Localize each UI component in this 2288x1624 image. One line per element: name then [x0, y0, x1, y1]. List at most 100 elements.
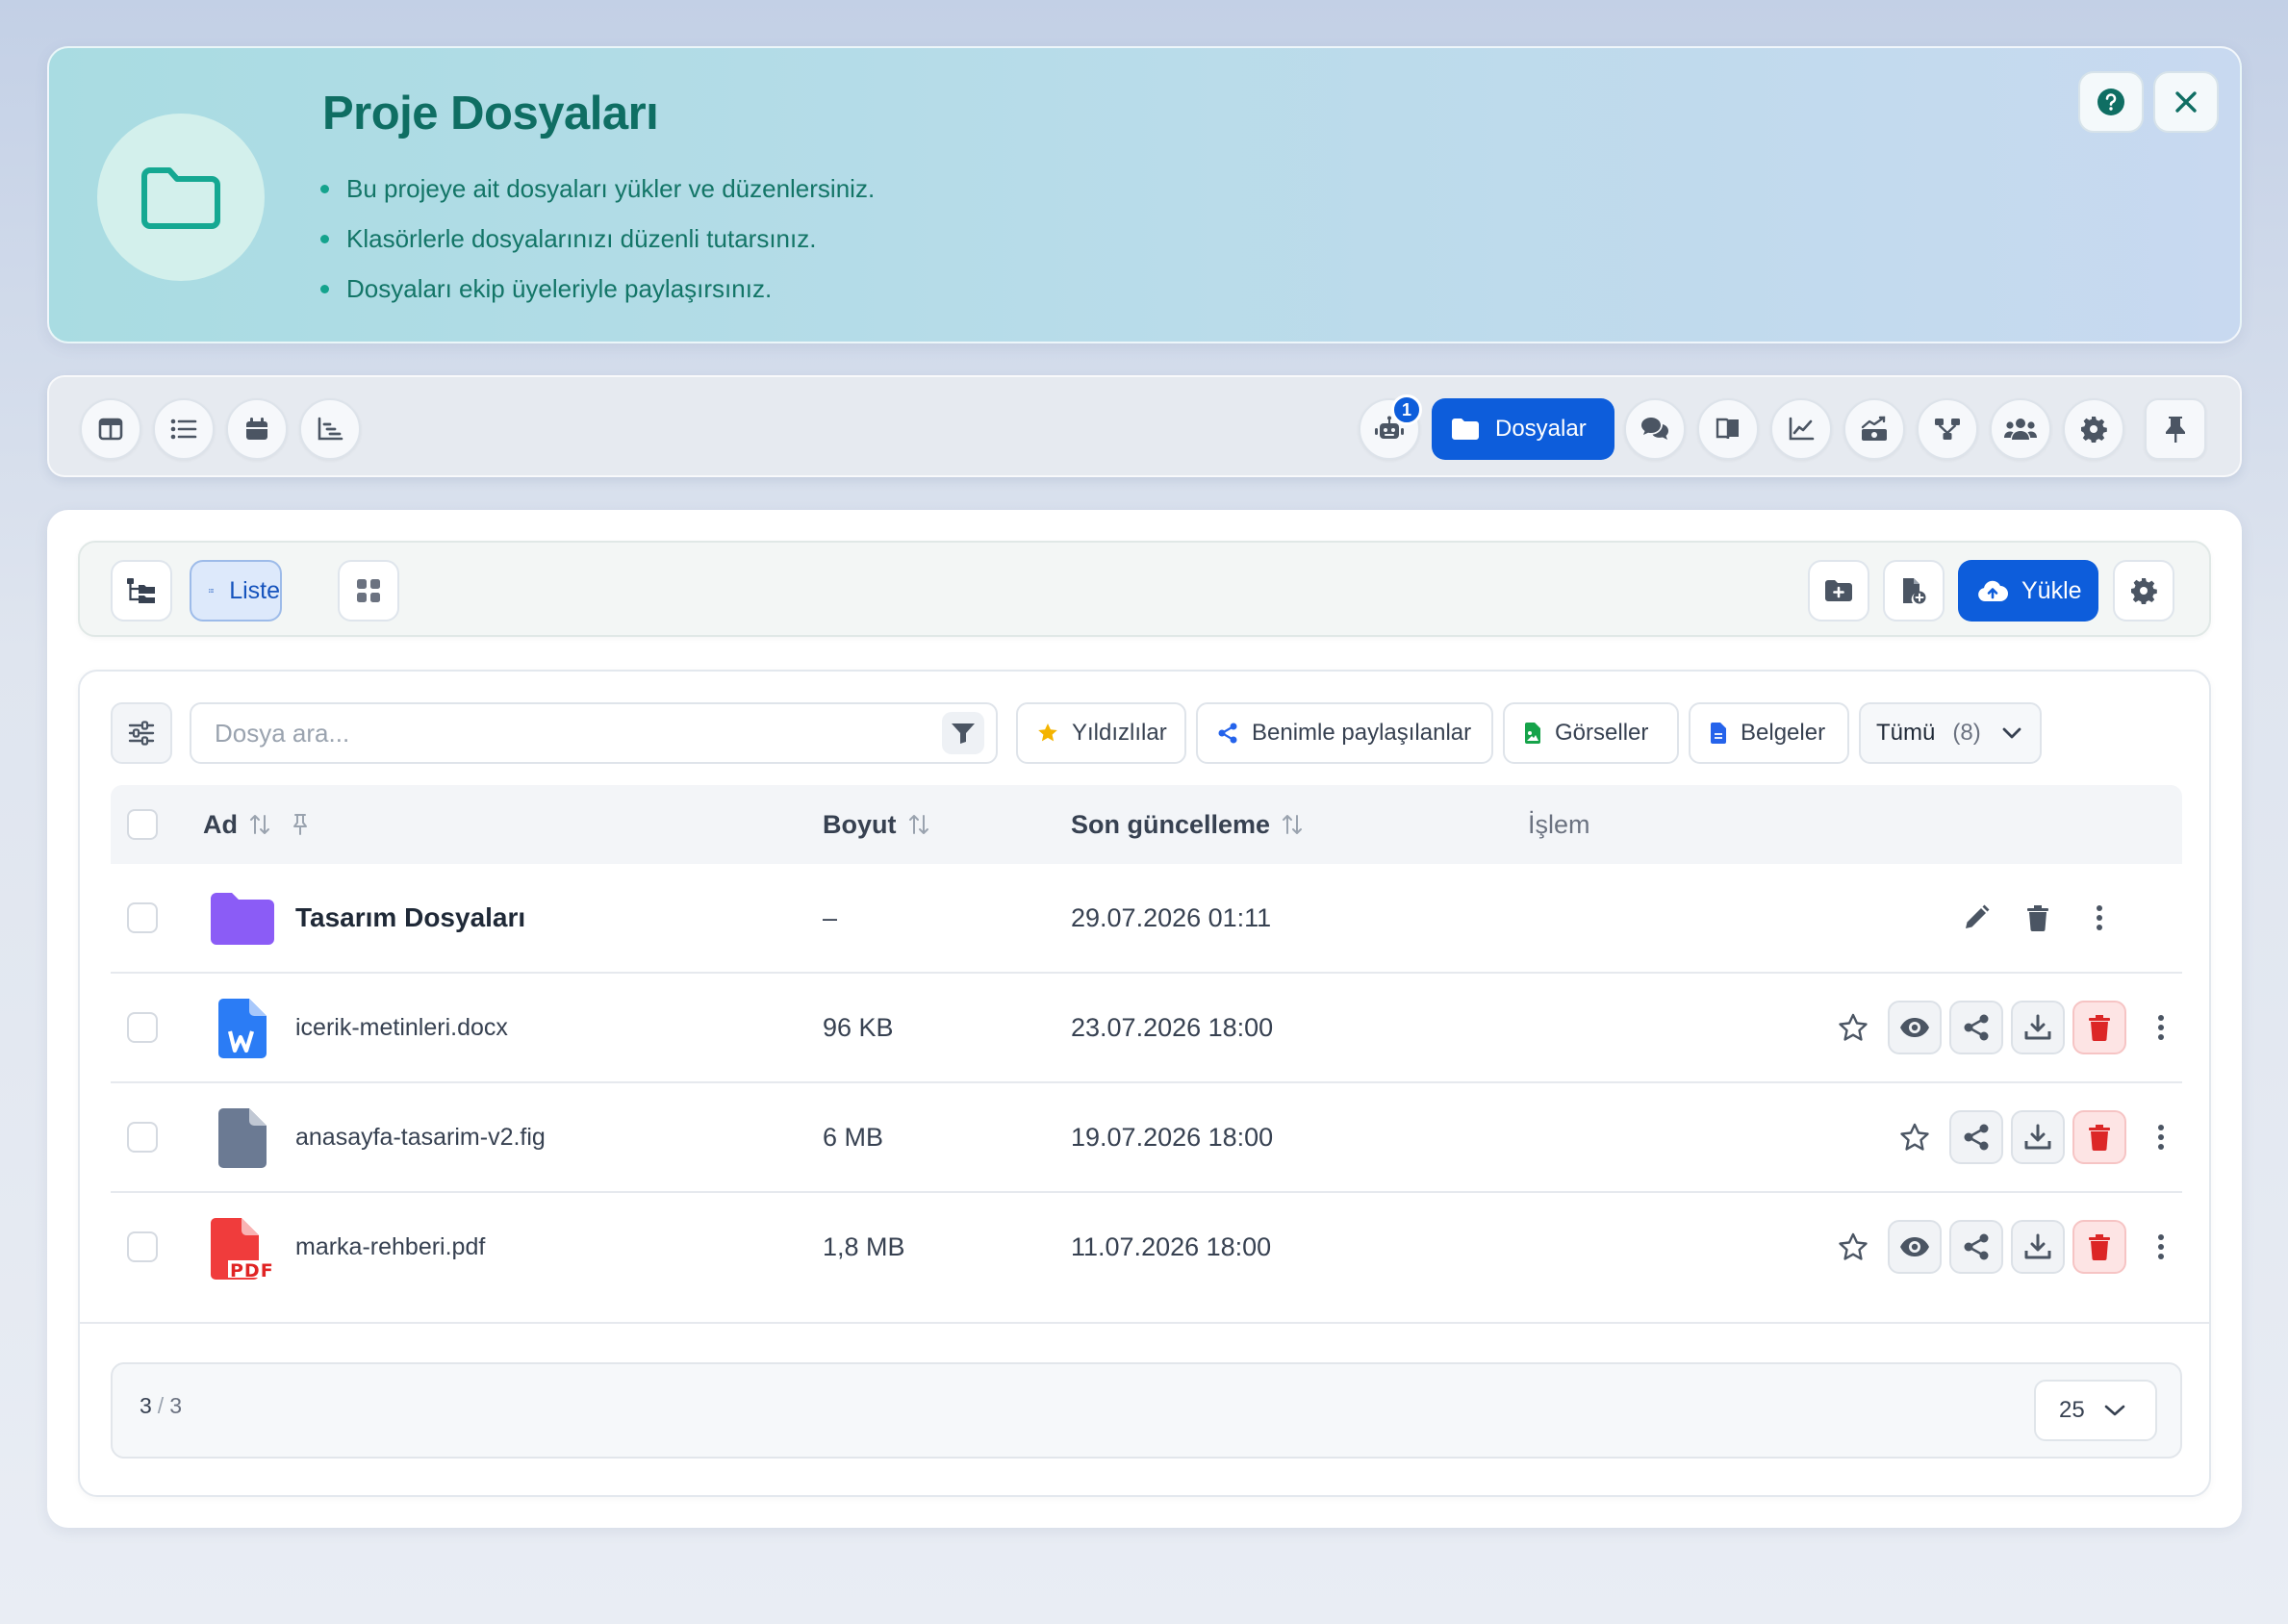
- upload-button[interactable]: Yükle: [1958, 560, 2098, 622]
- file-size: 1,8 MB: [823, 1231, 905, 1261]
- new-file-button[interactable]: [1883, 560, 1945, 622]
- help-button[interactable]: [2078, 71, 2144, 133]
- ai-assistant-button[interactable]: 1: [1359, 394, 1422, 460]
- more-options-button[interactable]: [2072, 891, 2126, 945]
- search-input[interactable]: [215, 714, 888, 752]
- column-updated[interactable]: Son güncelleme: [1071, 785, 1303, 864]
- table-header: Ad Boyut Son güncelleme İşlem: [111, 785, 2182, 864]
- sitemap-icon: [1935, 419, 1960, 440]
- filter-settings-button[interactable]: [111, 702, 172, 764]
- column-name[interactable]: Ad: [203, 785, 309, 864]
- tab-budget[interactable]: [1843, 398, 1905, 460]
- tab-wiki[interactable]: [1697, 398, 1759, 460]
- download-button[interactable]: [2011, 1001, 2065, 1054]
- file-name[interactable]: Tasarım Dosyaları: [295, 864, 525, 972]
- pin-icon[interactable]: [292, 813, 309, 836]
- tree-view-button[interactable]: [111, 560, 172, 622]
- table-row[interactable]: icerik-metinleri.docx 96 KB 23.07.2026 1…: [111, 974, 2182, 1083]
- preview-button[interactable]: [1888, 1001, 1942, 1054]
- filter-starred[interactable]: Yıldızlılar: [1016, 702, 1186, 764]
- column-size[interactable]: Boyut: [823, 785, 929, 864]
- page-size-select[interactable]: 25: [2034, 1380, 2157, 1441]
- share-icon: [1964, 1233, 1989, 1260]
- folder-icon: [211, 893, 274, 945]
- filter-documents[interactable]: Belgeler: [1689, 702, 1849, 764]
- files-settings-button[interactable]: [2113, 560, 2174, 622]
- tab-reports[interactable]: [1770, 398, 1832, 460]
- grid-view-button[interactable]: [338, 560, 399, 622]
- file-size: 6 MB: [823, 1122, 884, 1152]
- close-icon: [2175, 91, 2197, 113]
- more-options-button[interactable]: [2134, 1220, 2188, 1274]
- row-checkbox[interactable]: [127, 1231, 158, 1262]
- delete-button[interactable]: [2072, 1001, 2126, 1054]
- filter-images[interactable]: Görseller: [1503, 702, 1679, 764]
- document-icon: [1711, 723, 1726, 744]
- board-view-button[interactable]: [80, 398, 141, 460]
- files-toolbar: Liste Yükle: [78, 541, 2211, 637]
- table-row[interactable]: Tasarım Dosyaları – 29.07.2026 01:11: [111, 864, 2182, 974]
- file-name[interactable]: marka-rehberi.pdf: [295, 1193, 485, 1301]
- filter-shared-with-me[interactable]: Benimle paylaşılanlar: [1196, 702, 1493, 764]
- line-chart-icon: [1789, 417, 1815, 441]
- star-button[interactable]: [1826, 1001, 1880, 1054]
- money-chart-icon: [1861, 416, 1887, 441]
- share-button[interactable]: [1949, 1110, 2003, 1164]
- star-button[interactable]: [1826, 1220, 1880, 1274]
- search-filter-button[interactable]: [942, 712, 984, 754]
- timeline-button[interactable]: [299, 398, 361, 460]
- share-icon: [1964, 1124, 1989, 1151]
- list-view-toggle[interactable]: Liste: [190, 560, 282, 622]
- table-row[interactable]: PDF marka-rehberi.pdf 1,8 MB 11.07.2026 …: [111, 1193, 2182, 1303]
- new-folder-button[interactable]: [1808, 560, 1869, 622]
- calendar-button[interactable]: [226, 398, 288, 460]
- tab-workflow[interactable]: [1917, 398, 1978, 460]
- tab-files[interactable]: Dosyalar: [1432, 398, 1614, 460]
- tab-chat[interactable]: [1624, 398, 1686, 460]
- delete-button[interactable]: [2072, 1220, 2126, 1274]
- column-action: İşlem: [1528, 810, 1590, 839]
- download-button[interactable]: [2011, 1110, 2065, 1164]
- preview-button[interactable]: [1888, 1220, 1942, 1274]
- cloud-upload-icon: [1978, 580, 2008, 601]
- file-name[interactable]: anasayfa-tasarim-v2.fig: [295, 1083, 546, 1191]
- folder-icon-circle: [97, 114, 265, 281]
- more-options-button[interactable]: [2134, 1001, 2188, 1054]
- more-vertical-icon: [2158, 1015, 2164, 1040]
- rename-button[interactable]: [1949, 891, 2003, 945]
- list-view-button[interactable]: [153, 398, 215, 460]
- delete-button[interactable]: [2011, 891, 2065, 945]
- select-all-checkbox[interactable]: [127, 809, 158, 840]
- gear-icon: [2131, 578, 2157, 604]
- table-row[interactable]: anasayfa-tasarim-v2.fig 6 MB 19.07.2026 …: [111, 1083, 2182, 1193]
- delete-button[interactable]: [2072, 1110, 2126, 1164]
- file-name[interactable]: icerik-metinleri.docx: [295, 974, 508, 1081]
- filter-type-dropdown[interactable]: Tümü (8): [1859, 702, 2042, 764]
- module-nav: 1 Dosyalar: [47, 375, 2242, 477]
- tab-settings[interactable]: [2063, 398, 2124, 460]
- row-checkbox[interactable]: [127, 1122, 158, 1153]
- more-options-button[interactable]: [2134, 1110, 2188, 1164]
- calendar-icon: [246, 418, 267, 440]
- file-updated: 11.07.2026 18:00: [1071, 1231, 1272, 1261]
- share-button[interactable]: [1949, 1001, 2003, 1054]
- star-outline-icon: [1900, 1123, 1929, 1151]
- more-vertical-icon: [2158, 1125, 2164, 1150]
- share-icon: [1964, 1014, 1989, 1041]
- row-checkbox[interactable]: [127, 902, 158, 933]
- share-button[interactable]: [1949, 1220, 2003, 1274]
- tab-team[interactable]: [1990, 398, 2051, 460]
- info-banner: Proje Dosyaları Bu projeye ait dosyaları…: [47, 46, 2242, 343]
- pagination-bar: 3/3 25: [111, 1362, 2182, 1459]
- notification-badge: 1: [1391, 394, 1422, 425]
- row-checkbox[interactable]: [127, 1012, 158, 1043]
- sort-icon: [1283, 815, 1303, 834]
- close-button[interactable]: [2153, 71, 2219, 133]
- star-icon: [1038, 723, 1057, 742]
- sort-icon: [250, 815, 269, 834]
- page-title: Proje Dosyaları: [322, 88, 659, 140]
- pin-button[interactable]: [2145, 398, 2206, 460]
- star-button[interactable]: [1888, 1110, 1942, 1164]
- folder-tree-icon: [127, 578, 155, 603]
- download-button[interactable]: [2011, 1220, 2065, 1274]
